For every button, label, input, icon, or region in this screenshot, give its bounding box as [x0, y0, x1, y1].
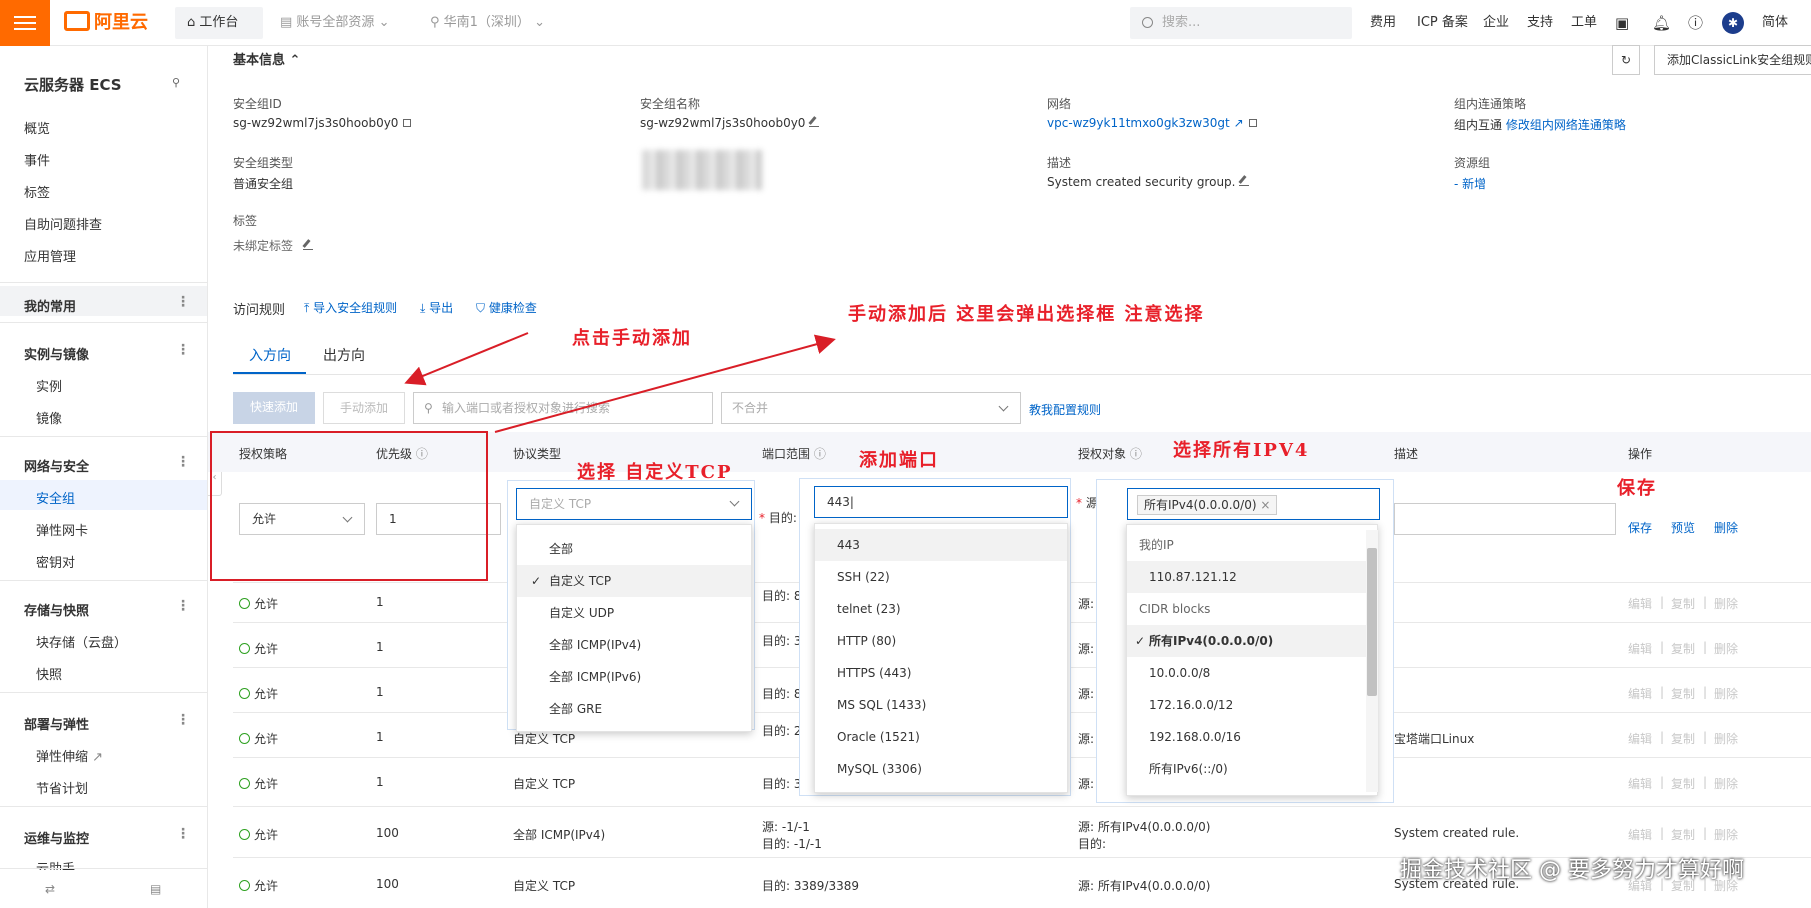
annotation-choose-tcp: 选择 自定义TCP	[577, 462, 733, 483]
annotation-click-manual: 点击手动添加	[572, 328, 692, 349]
arrow-to-popup	[494, 334, 836, 433]
annotation-popup-note: 手动添加后 这里会弹出选择框 注意选择	[848, 304, 1205, 325]
annotation-add-port: 添加端口	[859, 450, 939, 471]
arrow-to-manual-add	[404, 332, 529, 386]
annotation-choose-ipv4: 选择所有IPV4	[1173, 440, 1310, 461]
watermark: 掘金技术社区 @ 要多努力才算好啊	[1400, 858, 1744, 883]
annotation-save: 保存	[1617, 478, 1657, 499]
